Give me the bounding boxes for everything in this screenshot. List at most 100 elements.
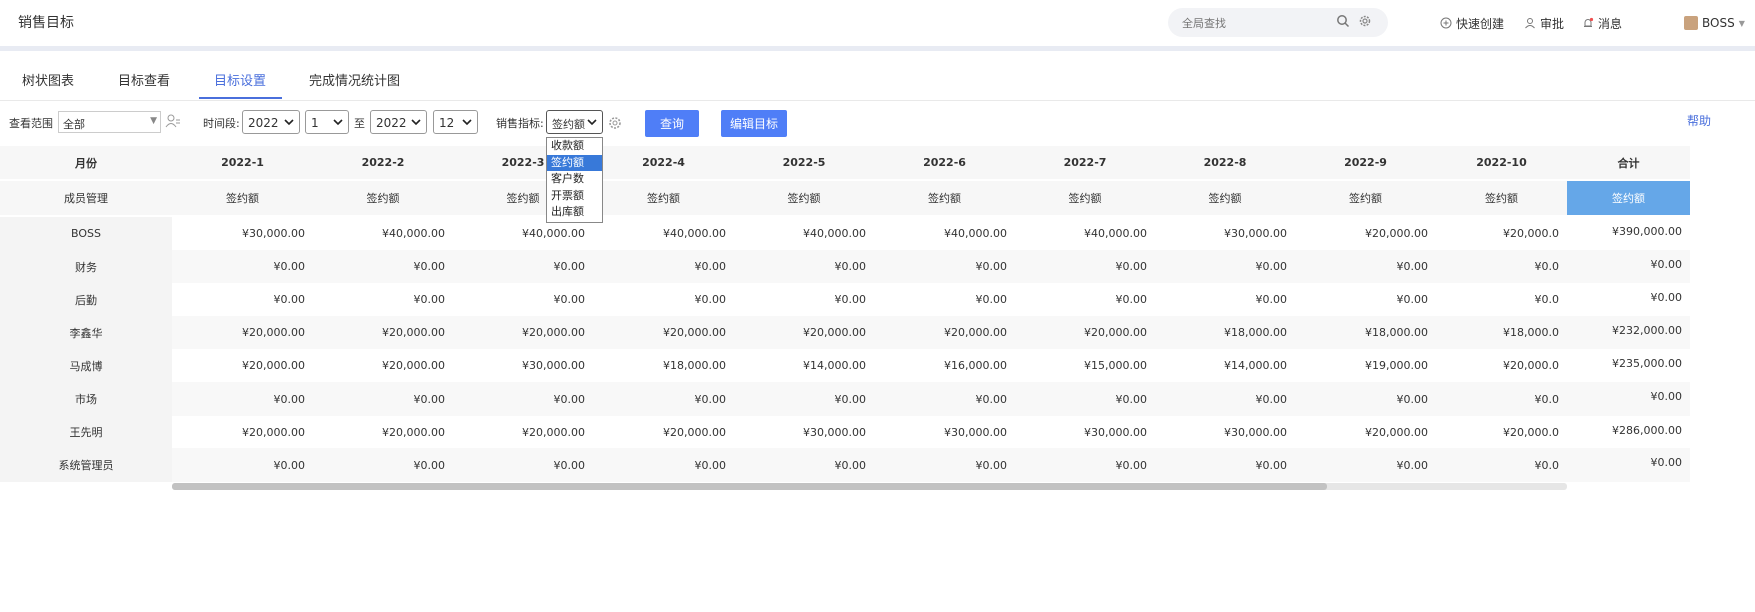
user-name: BOSS: [1702, 16, 1735, 30]
target-value-cell: ¥0.00: [1396, 260, 1429, 273]
metric-option[interactable]: 出库额: [547, 204, 602, 221]
target-value-cell: ¥0.00: [834, 458, 867, 472]
target-value-cell: ¥20,000.00: [382, 425, 445, 439]
target-value-cell: ¥30,000.00: [1224, 425, 1287, 439]
target-value-cell: ¥0.00: [834, 392, 867, 406]
target-value-cell: ¥20,000.00: [1084, 326, 1147, 339]
target-value-cell: ¥20,000.00: [944, 326, 1007, 339]
target-value-cell: ¥0.00: [1255, 260, 1288, 273]
target-value-cell: ¥0.00: [694, 293, 727, 306]
total-value-cell: ¥0.00: [1650, 390, 1683, 403]
target-value-cell: ¥30,000.00: [242, 227, 305, 240]
target-value-cell: ¥20,000.00: [382, 326, 445, 339]
target-value-cell: ¥18,000.0: [1503, 326, 1559, 339]
target-value-cell: ¥0.00: [553, 392, 586, 406]
target-value-cell: ¥0.00: [1115, 392, 1148, 406]
table-row: 李鑫华 ¥20,000.00 ¥20,000.00 ¥20,000.00 ¥20,000…: [0, 316, 1690, 349]
target-value-cell: ¥0.00: [273, 260, 306, 273]
member-name: 李鑫华: [0, 316, 172, 349]
period-label: 时间段:: [203, 117, 240, 130]
target-value-cell: ¥20,000.0: [1503, 425, 1559, 439]
target-value-cell: ¥40,000.00: [803, 227, 866, 240]
search-input[interactable]: [1180, 13, 1324, 33]
tab-target-view[interactable]: 目标查看: [118, 70, 170, 89]
metric-subheader: 签约额: [787, 192, 821, 205]
target-value-cell: ¥20,000.00: [382, 359, 445, 372]
metric-subheader: 签约额: [1068, 192, 1102, 205]
table-row: 王先明 ¥20,000.00 ¥20,000.00 ¥20,000.00 ¥20,000…: [0, 416, 1690, 448]
edit-target-button[interactable]: 编辑目标: [721, 110, 787, 137]
tab-tree-chart[interactable]: 树状图表: [22, 70, 74, 89]
month-column-header: 2022-8: [1203, 156, 1247, 169]
tab-target-settings[interactable]: 目标设置: [214, 70, 266, 89]
tab-bar: 树状图表 目标查看 目标设置 完成情况统计图: [0, 58, 1755, 101]
plus-circle-icon: [1440, 17, 1452, 29]
gear-icon[interactable]: [1358, 14, 1372, 31]
target-value-cell: ¥0.00: [1396, 458, 1429, 472]
month-column-header: 2022-6: [923, 156, 966, 169]
metric-option-selected[interactable]: 签约额: [547, 154, 602, 171]
target-value-cell: ¥14,000.00: [1224, 359, 1287, 372]
metric-subheader: 签约额: [1485, 192, 1518, 205]
target-value-cell: ¥0.00: [834, 260, 867, 273]
month-column-header: 2022-5: [782, 156, 826, 169]
search-icon[interactable]: [1336, 14, 1350, 31]
global-search[interactable]: [1168, 8, 1388, 37]
gear-icon[interactable]: [608, 116, 622, 133]
query-button[interactable]: 查询: [645, 110, 699, 137]
target-value-cell: ¥18,000.00: [1365, 326, 1428, 339]
scope-select[interactable]: 全部 ▼: [58, 111, 161, 133]
user-select-icon[interactable]: [165, 114, 181, 131]
month-column-header: 2022-4: [642, 156, 685, 169]
end-year-select[interactable]: 2022: [370, 110, 427, 134]
user-menu[interactable]: BOSS ▼: [1684, 14, 1745, 32]
chevron-down-icon: [411, 119, 421, 126]
table-row: 后勤 ¥0.00 ¥0.00 ¥0.00 ¥0.00 ¥0.00 ¥0.00 ¥0.00 ¥0.…: [0, 283, 1690, 316]
target-value-cell: ¥0.0: [1534, 260, 1560, 273]
table-row: 财务 ¥0.00 ¥0.00 ¥0.00 ¥0.00 ¥0.00 ¥0.00 ¥0.00 ¥0.…: [0, 250, 1690, 283]
total-value-cell: ¥390,000.00: [1612, 225, 1682, 238]
target-value-cell: ¥0.00: [1115, 458, 1148, 472]
metric-option[interactable]: 开票额: [547, 188, 602, 205]
table-row: 市场 ¥0.00 ¥0.00 ¥0.00 ¥0.00 ¥0.00 ¥0.00 ¥0.00 ¥0.…: [0, 382, 1690, 416]
end-month-select[interactable]: 12: [433, 110, 478, 134]
help-link[interactable]: 帮助: [1687, 112, 1711, 129]
metric-dropdown[interactable]: 收款额 签约额 客户数 开票额 出库额: [546, 137, 603, 223]
month-column-header: 2022-1: [221, 156, 264, 169]
target-value-cell: ¥30,000.00: [803, 425, 866, 439]
target-value-cell: ¥0.00: [1255, 458, 1288, 472]
target-value-cell: ¥0.00: [273, 458, 306, 472]
target-value-cell: ¥0.00: [273, 392, 306, 406]
quick-create-button[interactable]: 快速创建: [1440, 14, 1504, 32]
total-value-cell: ¥0.00: [1650, 456, 1683, 469]
start-month-select[interactable]: 1: [305, 110, 349, 134]
member-name: 王先明: [0, 416, 172, 448]
target-value-cell: ¥0.00: [273, 293, 306, 306]
approve-button[interactable]: 审批: [1524, 14, 1564, 32]
member-name: 财务: [0, 250, 172, 283]
target-value-cell: ¥0.0: [1534, 392, 1560, 406]
metric-subheader: 签约额: [1349, 192, 1382, 205]
metric-option[interactable]: 客户数: [547, 171, 602, 188]
target-value-cell: ¥0.00: [553, 293, 586, 306]
total-value-cell: ¥0.00: [1650, 291, 1683, 304]
target-value-cell: ¥30,000.00: [1224, 227, 1287, 240]
target-value-cell: ¥18,000.00: [663, 359, 726, 372]
messages-button[interactable]: 消息: [1582, 14, 1622, 32]
start-year-select[interactable]: 2022: [242, 110, 300, 134]
bell-icon: [1584, 17, 1594, 27]
month-column-header: 2022-9: [1344, 156, 1387, 169]
metric-select[interactable]: 签约额: [546, 110, 603, 134]
target-value-cell: ¥20,000.00: [522, 326, 585, 339]
target-value-cell: ¥0.00: [694, 392, 727, 406]
avatar: [1684, 16, 1698, 30]
table-subheader-row: 成员管理 签约额 签约额 签约额 签约额 签约额 签约额 签约额 签约额 签约额 签约额 签约额: [0, 181, 1690, 215]
scrollbar-thumb[interactable]: [172, 483, 1327, 490]
tab-completion-chart[interactable]: 完成情况统计图: [309, 70, 400, 89]
target-value-cell: ¥14,000.00: [803, 359, 866, 372]
target-value-cell: ¥40,000.00: [663, 227, 726, 240]
end-year-value: 2022: [376, 116, 407, 130]
metric-option[interactable]: 收款额: [547, 138, 602, 155]
month-column-header: 2022-10: [1476, 156, 1527, 169]
target-value-cell: ¥30,000.00: [1084, 425, 1147, 439]
